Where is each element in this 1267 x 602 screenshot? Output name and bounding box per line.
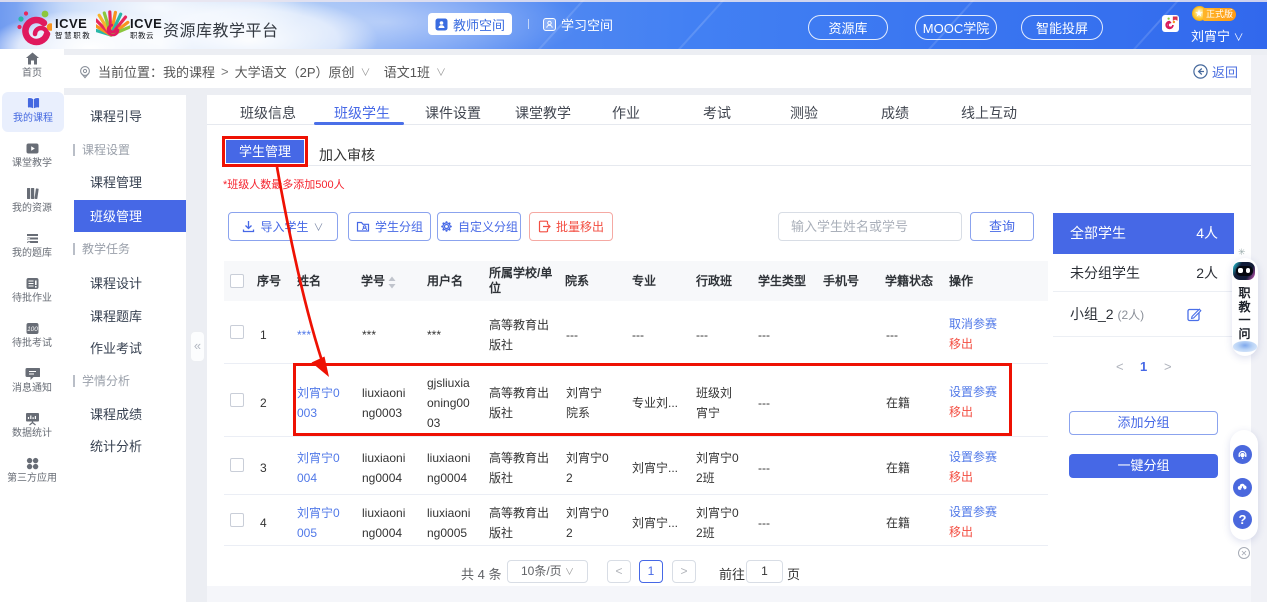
svg-text:100: 100: [27, 326, 38, 333]
